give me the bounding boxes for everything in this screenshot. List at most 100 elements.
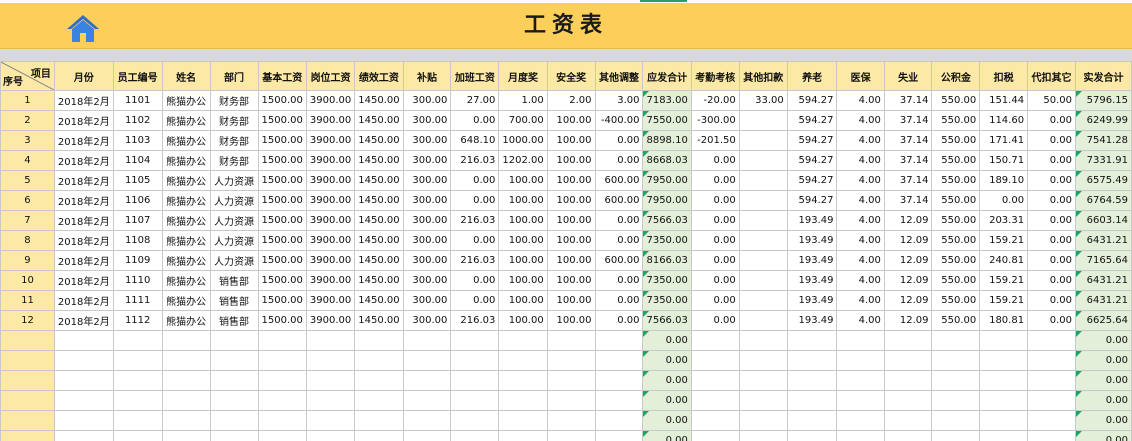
table-cell[interactable] (161, 350, 211, 371)
table-cell[interactable]: 0.00 (594, 310, 644, 331)
table-cell[interactable]: 100.00 (498, 270, 548, 291)
table-cell[interactable]: 4.00 (836, 230, 885, 251)
table-cell[interactable]: 37.14 (883, 170, 933, 191)
table-cell[interactable]: 0.00 (594, 150, 644, 171)
table-cell[interactable]: 300.00 (402, 170, 452, 191)
table-cell[interactable]: 财务部 (209, 130, 259, 151)
table-cell[interactable] (738, 290, 788, 311)
table-cell[interactable]: 12.09 (883, 250, 933, 271)
net-total-cell[interactable]: 6575.49 (1075, 170, 1132, 191)
table-cell[interactable]: 0.00 (450, 270, 500, 291)
table-cell[interactable]: 180.81 (979, 310, 1029, 331)
table-cell[interactable] (209, 350, 259, 371)
table-cell[interactable]: 财务部 (209, 110, 259, 131)
table-cell[interactable] (402, 410, 452, 431)
table-cell[interactable]: 159.21 (979, 230, 1029, 251)
table-cell[interactable] (546, 410, 596, 431)
table-cell[interactable] (161, 390, 211, 411)
table-cell[interactable] (305, 350, 356, 371)
table-cell[interactable] (738, 250, 788, 271)
net-total-cell[interactable]: 6625.64 (1075, 310, 1132, 331)
table-cell[interactable]: 12.09 (883, 210, 933, 231)
table-cell[interactable] (979, 350, 1029, 371)
gross-total-cell[interactable]: 7550.00 (642, 110, 692, 131)
table-cell[interactable]: 财务部 (209, 90, 259, 111)
table-cell[interactable] (738, 110, 788, 131)
column-header[interactable]: 安全奖 (546, 61, 596, 91)
table-cell[interactable]: 550.00 (931, 170, 981, 191)
table-cell[interactable]: 0.00 (450, 190, 500, 211)
table-cell[interactable] (690, 410, 740, 431)
table-cell[interactable]: 100.00 (546, 270, 596, 291)
table-cell[interactable] (786, 390, 838, 411)
table-cell[interactable] (738, 370, 788, 391)
table-cell[interactable]: 1500.00 (257, 270, 307, 291)
net-total-cell[interactable]: 0.00 (1075, 410, 1132, 431)
table-cell[interactable]: 300.00 (402, 230, 452, 251)
table-cell[interactable] (836, 410, 885, 431)
table-cell[interactable] (498, 370, 548, 391)
table-cell[interactable]: 0.00 (1027, 290, 1077, 311)
table-cell[interactable]: 100.00 (498, 310, 548, 331)
table-cell[interactable]: 216.03 (450, 150, 500, 171)
table-cell[interactable]: 100.00 (546, 130, 596, 151)
table-cell[interactable]: 2018年2月 (53, 190, 114, 211)
table-cell[interactable] (738, 170, 788, 191)
table-cell[interactable]: 熊猫办公 (161, 170, 211, 191)
gross-total-cell[interactable]: 0.00 (642, 350, 692, 371)
table-cell[interactable]: 1202.00 (498, 150, 548, 171)
table-cell[interactable]: 3900.00 (305, 90, 356, 111)
table-cell[interactable] (112, 430, 163, 441)
table-cell[interactable]: 熊猫办公 (161, 90, 211, 111)
table-cell[interactable]: 0.00 (690, 250, 740, 271)
column-header[interactable]: 岗位工资 (305, 61, 356, 91)
table-cell[interactable] (209, 370, 259, 391)
table-cell[interactable]: 3900.00 (305, 270, 356, 291)
table-cell[interactable]: 100.00 (498, 210, 548, 231)
table-cell[interactable] (112, 410, 163, 431)
column-header[interactable]: 医保 (836, 61, 885, 91)
table-cell[interactable]: 189.10 (979, 170, 1029, 191)
table-cell[interactable]: 3900.00 (305, 310, 356, 331)
table-cell[interactable]: 人力资源 (209, 250, 259, 271)
column-header[interactable]: 养老 (786, 61, 838, 91)
table-cell[interactable]: 销售部 (209, 270, 259, 291)
table-cell[interactable]: 4.00 (836, 270, 885, 291)
table-cell[interactable]: 193.49 (786, 310, 838, 331)
table-cell[interactable]: 37.14 (883, 90, 933, 111)
gross-total-cell[interactable]: 7350.00 (642, 270, 692, 291)
table-cell[interactable]: 熊猫办公 (161, 230, 211, 251)
table-cell[interactable]: 550.00 (931, 210, 981, 231)
table-cell[interactable]: 550.00 (931, 110, 981, 131)
table-cell[interactable]: 3.00 (594, 90, 644, 111)
table-cell[interactable] (305, 390, 356, 411)
table-cell[interactable] (257, 410, 307, 431)
table-cell[interactable]: 财务部 (209, 150, 259, 171)
table-cell[interactable] (738, 270, 788, 291)
table-cell[interactable]: 3900.00 (305, 230, 356, 251)
table-cell[interactable] (1027, 410, 1077, 431)
table-cell[interactable]: 100.00 (546, 110, 596, 131)
table-cell[interactable]: 1111 (112, 290, 163, 311)
table-cell[interactable] (786, 410, 838, 431)
table-cell[interactable] (498, 390, 548, 411)
gross-total-cell[interactable]: 7566.03 (642, 210, 692, 231)
table-cell[interactable]: 2018年2月 (53, 230, 114, 251)
table-cell[interactable] (450, 390, 500, 411)
table-cell[interactable]: 550.00 (931, 150, 981, 171)
table-cell[interactable]: 1104 (112, 150, 163, 171)
table-cell[interactable] (1027, 350, 1077, 371)
table-cell[interactable] (209, 410, 259, 431)
table-cell[interactable]: 3900.00 (305, 210, 356, 231)
table-cell[interactable] (931, 370, 981, 391)
table-cell[interactable] (836, 350, 885, 371)
table-cell[interactable] (209, 390, 259, 411)
gross-total-cell[interactable]: 0.00 (642, 430, 692, 441)
table-cell[interactable] (161, 410, 211, 431)
table-cell[interactable]: 1450.00 (354, 150, 404, 171)
row-number-cell[interactable] (0, 370, 55, 391)
row-number-cell[interactable]: 8 (0, 230, 55, 251)
table-cell[interactable]: 0.00 (1027, 230, 1077, 251)
gross-total-cell[interactable]: 7350.00 (642, 290, 692, 311)
table-cell[interactable]: 50.00 (1027, 90, 1077, 111)
